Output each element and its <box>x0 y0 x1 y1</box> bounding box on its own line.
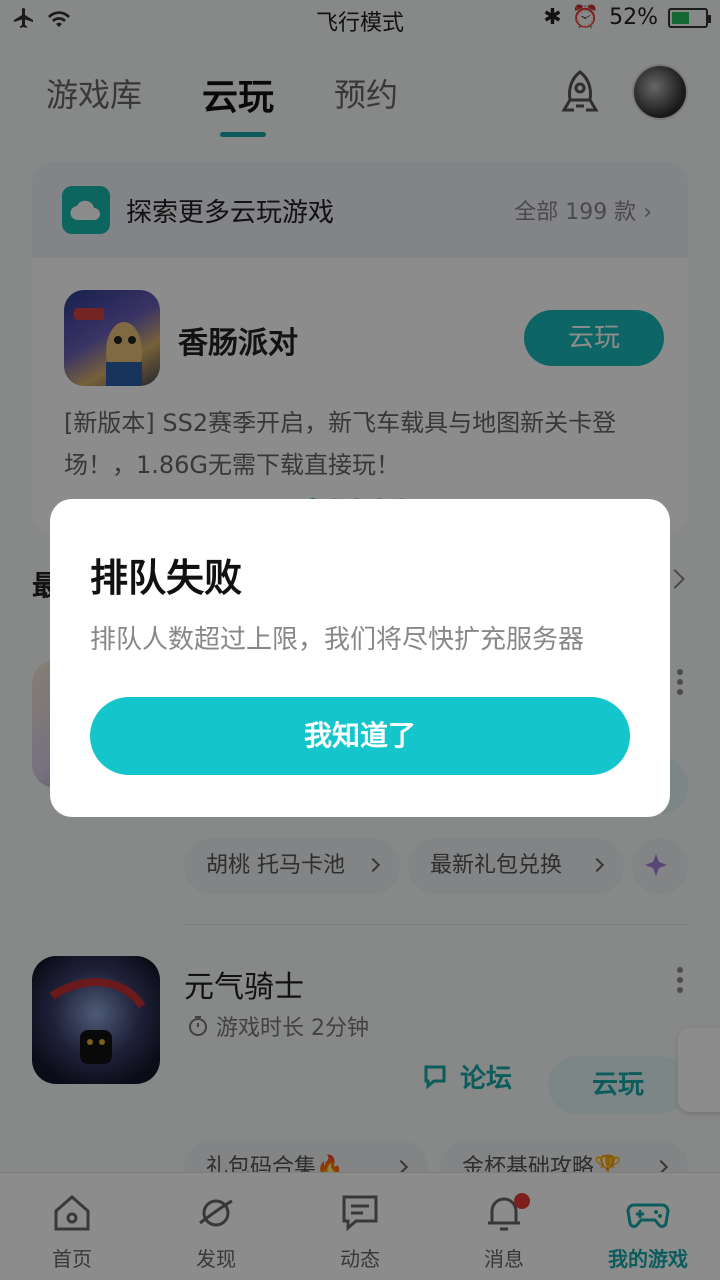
app-screen: 飞行模式 ✱ ⏰ 52% 游戏库 云玩 预约 探索更多云玩游戏 全部 199 款 <box>0 0 720 1280</box>
dialog-title: 排队失败 <box>90 556 243 600</box>
queue-failed-dialog: 排队失败 排队人数超过上限，我们将尽快扩充服务器 我知道了 <box>50 499 670 817</box>
dialog-message: 排队人数超过上限，我们将尽快扩充服务器 <box>90 625 585 655</box>
acknowledge-button[interactable]: 我知道了 <box>90 697 630 775</box>
